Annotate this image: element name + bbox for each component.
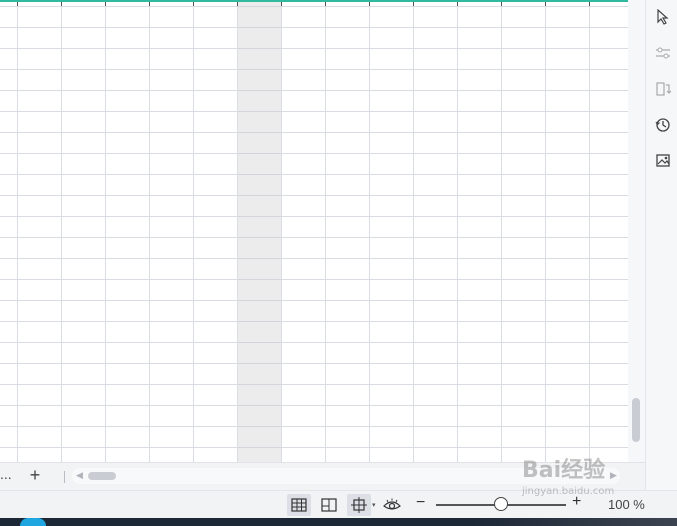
history-icon[interactable] — [654, 116, 672, 134]
zoom-out-button[interactable]: − — [416, 494, 425, 512]
normal-view-icon[interactable] — [287, 494, 311, 516]
zoom-level[interactable]: 100 % — [608, 497, 645, 512]
more-sheets-button[interactable]: ... — [0, 466, 12, 482]
scroll-left-icon[interactable]: ◀ — [76, 470, 83, 481]
zoom-in-button[interactable]: + — [572, 493, 581, 511]
tab-scroll-divider[interactable] — [64, 471, 65, 483]
horizontal-scrollbar[interactable]: ◀ ▶ — [72, 468, 620, 484]
eye-protection-icon[interactable] — [380, 494, 404, 516]
spreadsheet-grid[interactable] — [0, 0, 628, 462]
view-dropdown-icon[interactable]: ▾ — [372, 501, 376, 509]
status-bar: ▾ − + 100 % — [0, 490, 677, 519]
column-header-ticks — [0, 2, 628, 6]
os-taskbar — [0, 518, 677, 526]
horizontal-scroll-thumb[interactable] — [88, 472, 116, 480]
sheet-tab-bar: ... + ◀ ▶ — [0, 462, 645, 491]
taskbar-app-icon[interactable] — [20, 518, 46, 526]
selected-column[interactable] — [238, 2, 281, 462]
filter-settings-icon[interactable] — [654, 44, 672, 62]
vertical-scroll-thumb[interactable] — [632, 398, 640, 442]
page-break-view-icon[interactable] — [347, 494, 371, 516]
image-gallery-icon[interactable] — [654, 151, 672, 169]
page-layout-view-icon[interactable] — [317, 494, 341, 516]
cursor-select-icon[interactable] — [654, 8, 672, 26]
scroll-right-icon[interactable]: ▶ — [610, 470, 617, 481]
vertical-scrollbar[interactable] — [628, 0, 645, 462]
right-side-panel — [645, 0, 677, 490]
zoom-slider-knob[interactable] — [494, 497, 508, 511]
transpose-icon[interactable] — [654, 80, 672, 98]
add-sheet-button[interactable]: + — [26, 465, 44, 485]
